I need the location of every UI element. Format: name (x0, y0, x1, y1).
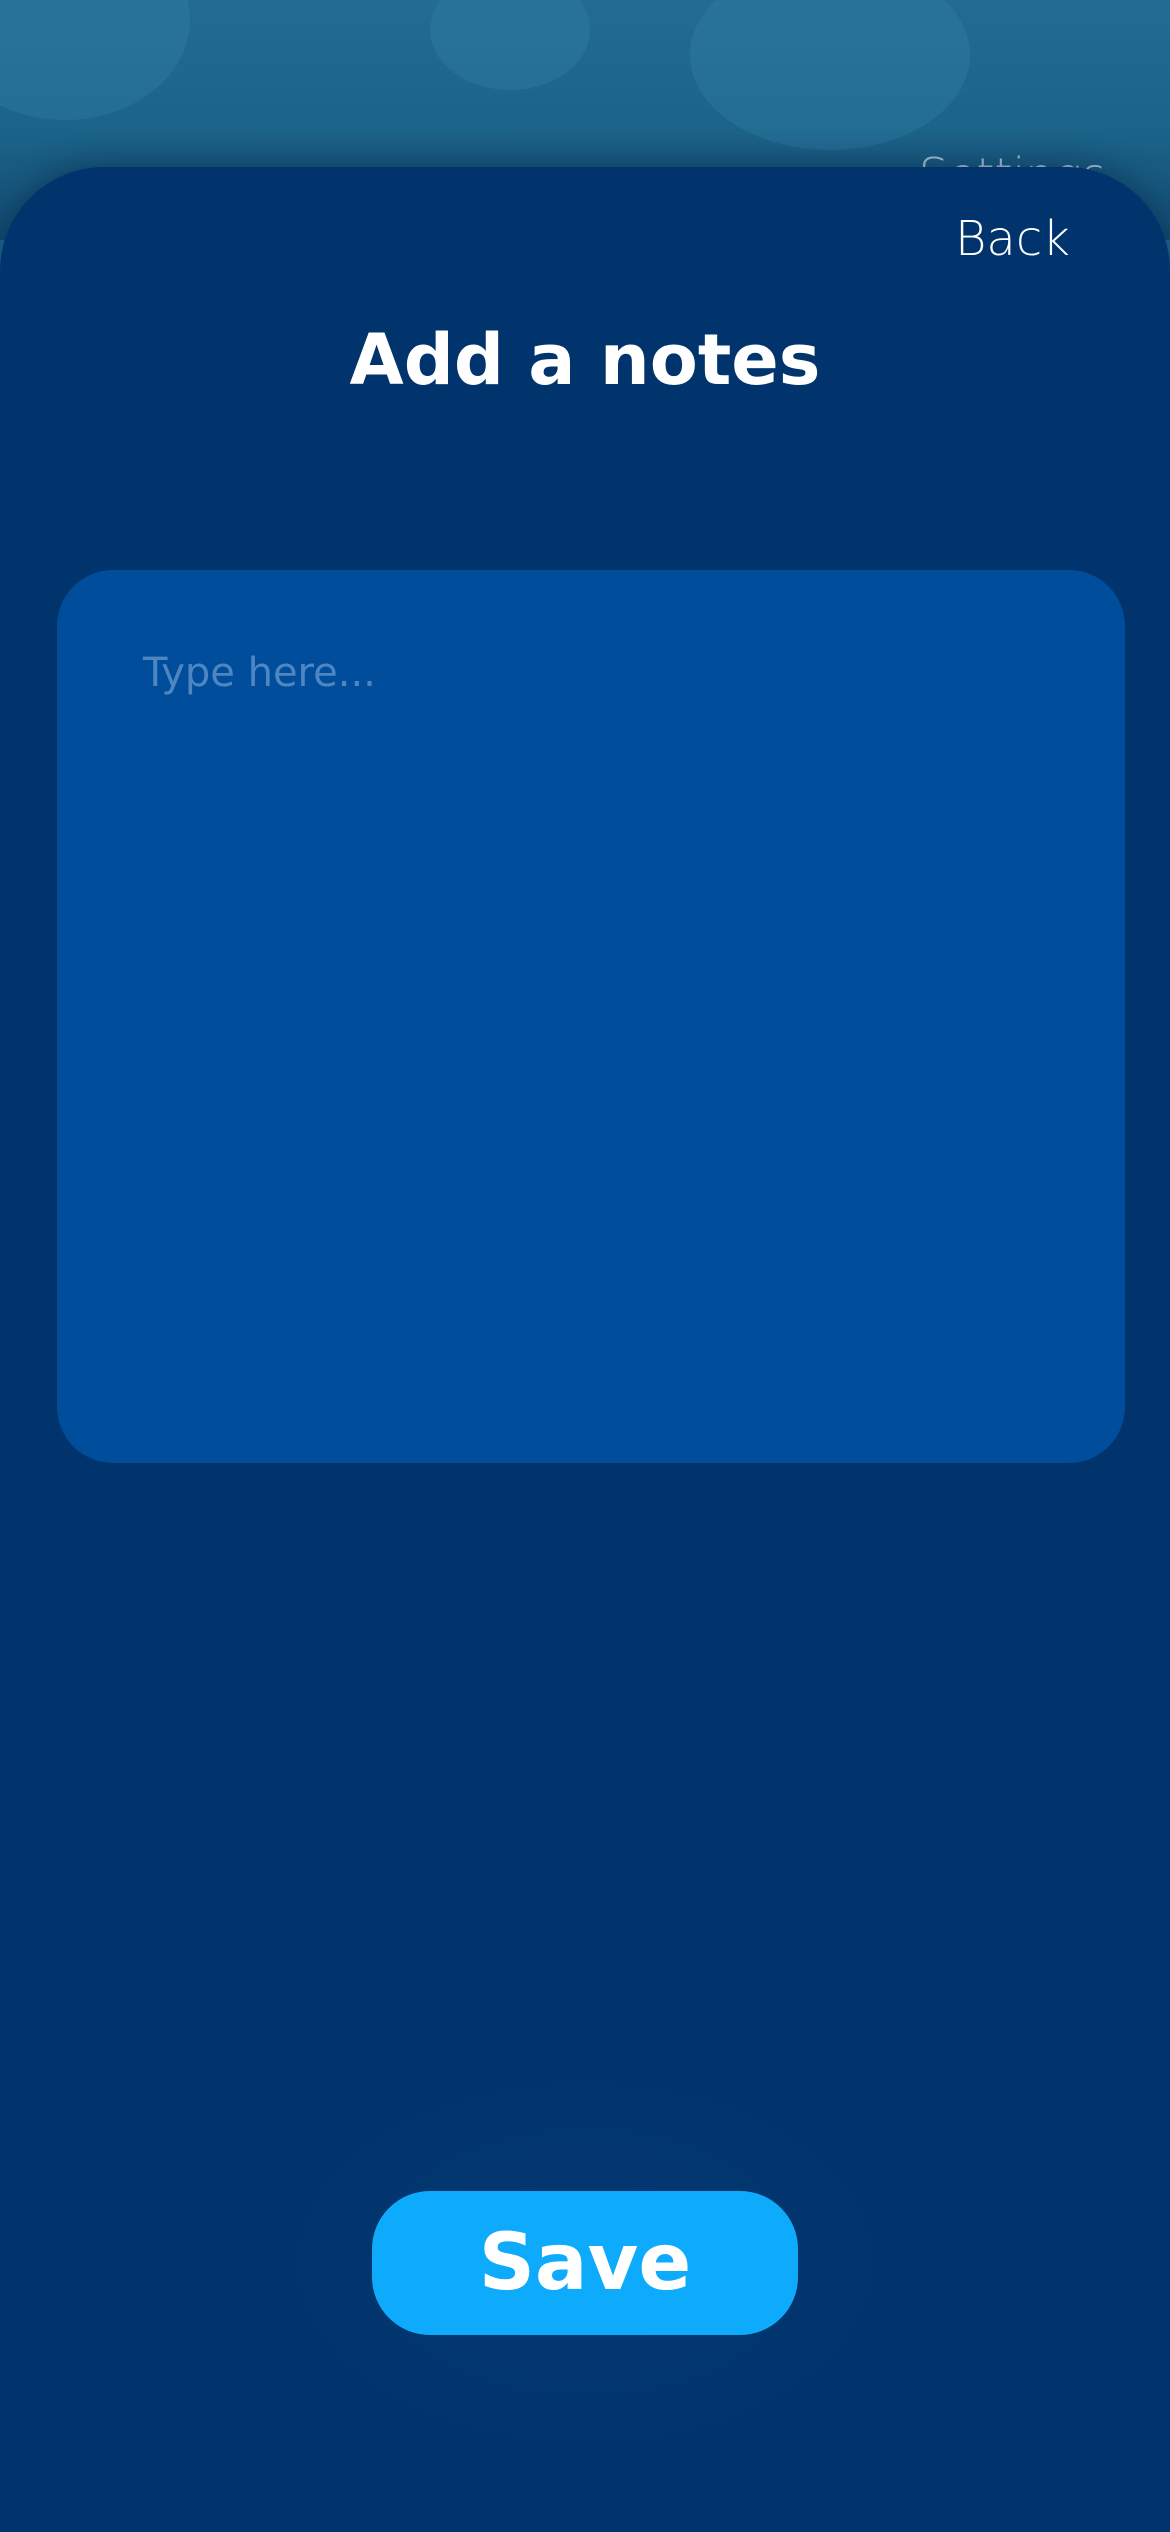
background-decoration (690, 0, 970, 150)
back-button[interactable]: Back (955, 211, 1070, 267)
page-title: Add a notes (349, 319, 821, 401)
notes-box (57, 570, 1125, 1463)
background-decoration (0, 0, 190, 120)
save-button[interactable]: Save (372, 2191, 798, 2335)
background-decoration (430, 0, 590, 90)
save-area: Save (0, 2048, 1170, 2478)
notes-input[interactable] (57, 570, 1125, 1463)
